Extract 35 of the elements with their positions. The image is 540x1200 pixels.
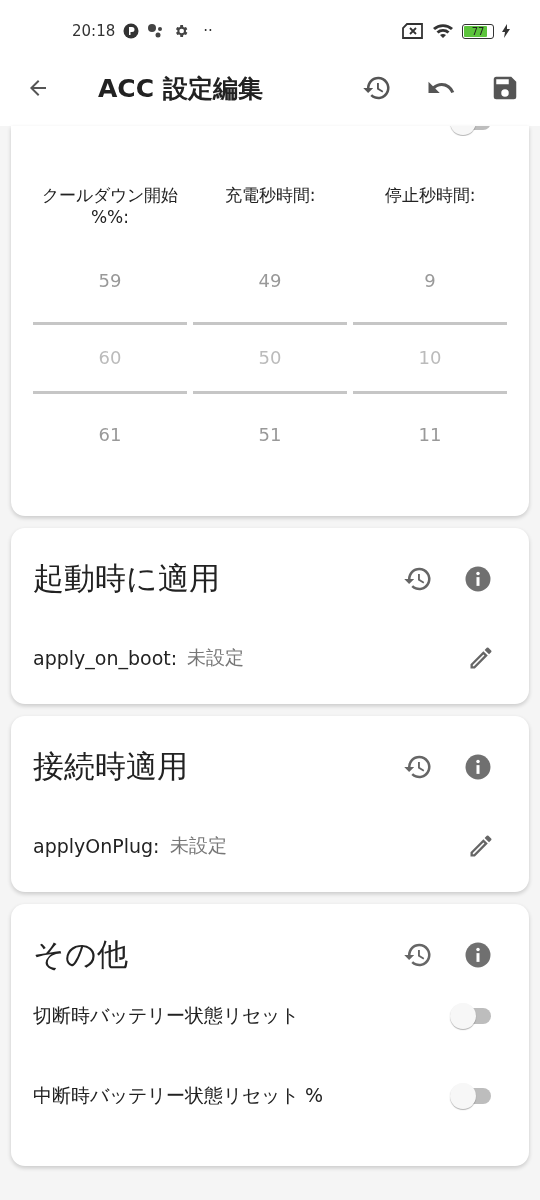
picker-value[interactable]: 59 — [98, 240, 122, 322]
picker-value[interactable]: 9 — [424, 240, 436, 322]
picker-value[interactable]: 60 — [98, 325, 122, 391]
toggle-switch[interactable] — [449, 1002, 493, 1030]
picker-value[interactable]: 49 — [258, 240, 282, 322]
toggle-label: 中断時バッテリー状態リセット % — [33, 1083, 324, 1108]
picker-label: 停止秒時間: — [384, 184, 476, 207]
toggle-label: 切断時バッテリー状態リセット — [33, 1003, 299, 1028]
picker-value[interactable]: 10 — [418, 325, 442, 391]
setting-key: applyOnPlug: — [33, 835, 160, 857]
battery-indicator: 77 — [462, 23, 494, 39]
picker-label: クールダウン開始 %%: — [41, 184, 179, 229]
toggle-switch[interactable] — [449, 1082, 493, 1110]
card-title: 起動時に適用 — [33, 559, 220, 598]
picker-value[interactable]: 11 — [418, 394, 442, 476]
page-title: ACC 設定編集 — [98, 72, 263, 105]
setting-value: 未設定 — [187, 645, 245, 670]
info-icon[interactable] — [463, 752, 493, 782]
info-icon[interactable] — [463, 940, 493, 970]
picker-value[interactable]: 61 — [98, 394, 122, 476]
charging-icon — [502, 24, 510, 38]
picker-label: 充電秒時間: — [224, 184, 316, 207]
settings-icon — [173, 23, 190, 39]
setting-key: apply_on_boot: — [33, 647, 178, 669]
card-title: 接続時適用 — [33, 747, 188, 786]
card-title: その他 — [33, 935, 128, 974]
app-notification-icon — [123, 23, 140, 39]
info-icon[interactable] — [463, 564, 493, 594]
setting-value: 未設定 — [169, 833, 227, 858]
picker-value[interactable]: 50 — [258, 325, 282, 391]
wifi-icon — [432, 23, 454, 39]
more-notifications: ·· — [203, 22, 213, 40]
status-time: 20:18 — [72, 22, 116, 40]
picker-value[interactable]: 51 — [258, 394, 282, 476]
no-sim-icon — [402, 23, 424, 39]
